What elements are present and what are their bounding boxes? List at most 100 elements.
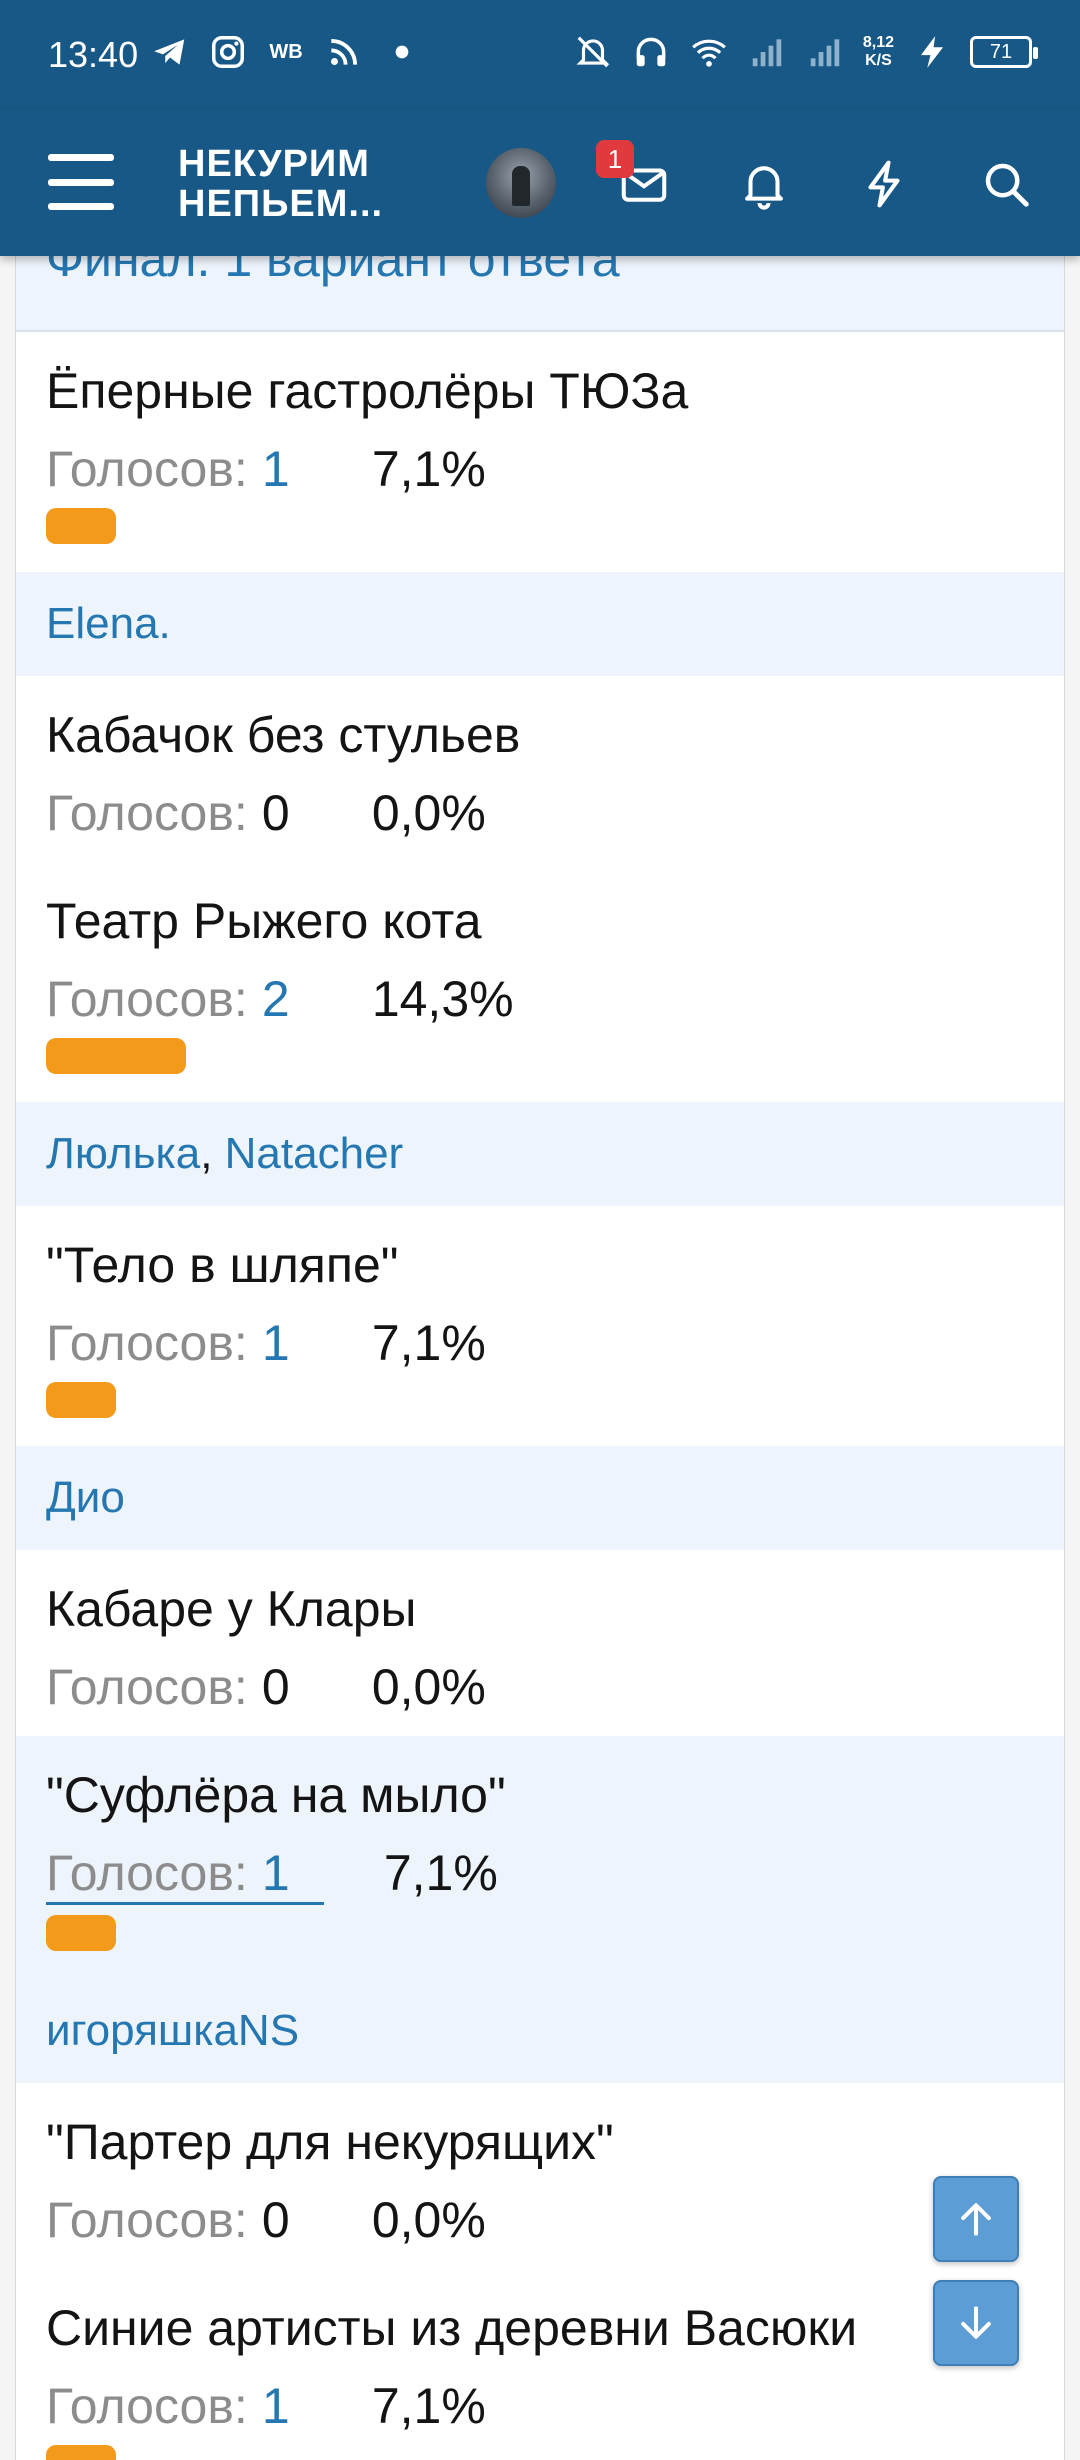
poll-option-stats: Голосов: 1 7,1% [46, 440, 1034, 498]
votes-count[interactable]: 1 [262, 440, 312, 498]
arrow-down-icon[interactable] [933, 2280, 1019, 2366]
votes-link: Голосов: 0 [46, 784, 312, 842]
vote-percent: 0,0% [371, 2192, 486, 2248]
poll-option-stats: Голосов: 0 0,0% [46, 2191, 1034, 2249]
logo-line-1: НЕКУРИМ [178, 143, 370, 185]
signal-icon-2 [805, 28, 845, 76]
vote-percent: 7,1% [371, 2378, 486, 2434]
votes-label: Голосов: [46, 1315, 248, 1371]
vote-bar-track [46, 1372, 1034, 1426]
poll-option: "Партер для некурящих" Голосов: 0 0,0% [16, 2083, 1064, 2269]
poll-option: Кабачок без стульев Голосов: 0 0,0% [16, 676, 1064, 862]
status-bar: 13:40 WB 8,12 K/S 71 [0, 0, 1080, 110]
bell-icon[interactable] [734, 154, 794, 214]
poll-heading: Финал. 1 вариант ответа [16, 256, 1064, 332]
voter-link[interactable]: Elena. [46, 599, 171, 648]
telegram-icon [150, 28, 190, 76]
net-speed-unit: K/S [865, 52, 892, 69]
vote-percent: 7,1% [371, 441, 486, 497]
votes-link[interactable]: Голосов: 1 [46, 2377, 312, 2435]
poll-option-stats: Голосов: 1 7,1% [46, 1844, 1034, 1905]
vote-percent: 7,1% [383, 1845, 498, 1901]
poll-option-stats: Голосов: 1 7,1% [46, 1314, 1034, 1372]
poll-option-title: "Партер для некурящих" [46, 2114, 614, 2170]
voters-list: Люлька, Natacher [16, 1102, 1064, 1206]
poll-option: "Тело в шляпе" Голосов: 1 7,1% [16, 1206, 1064, 1446]
votes-count[interactable]: 1 [262, 1844, 312, 1902]
votes-count[interactable]: 2 [262, 970, 312, 1028]
votes-label: Голосов: [46, 971, 248, 1027]
poll-option: Синие артисты из деревни Васюки Голосов: 1… [16, 2269, 1064, 2460]
hamburger-icon[interactable] [48, 154, 114, 210]
votes-label: Голосов: [46, 2378, 248, 2434]
poll-option: Ёперные гастролёры ТЮЗа Голосов: 1 7,1% [16, 332, 1064, 572]
votes-link[interactable]: Голосов: 2 [46, 970, 312, 1028]
poll-option-title: Синие артисты из деревни Васюки [46, 2300, 858, 2356]
votes-link[interactable]: Голосов: 1 [46, 1314, 312, 1372]
voters-list: Elena. [16, 572, 1064, 676]
search-icon[interactable] [976, 154, 1036, 214]
charging-icon [912, 28, 952, 76]
logo-line-2: НЕПЬЕМ... [178, 183, 384, 225]
votes-label: Голосов: [46, 2192, 248, 2248]
poll-option-stats: Голосов: 0 0,0% [46, 784, 1034, 842]
status-time: 13:40 [48, 34, 139, 75]
votes-label: Голосов: [46, 1659, 248, 1715]
net-speed-value: 8,12 [862, 34, 894, 51]
instagram-icon [208, 28, 248, 76]
vote-percent: 7,1% [371, 1315, 486, 1371]
vote-bar [46, 1038, 186, 1074]
vote-bar [46, 508, 116, 544]
poll-option-title: Кабачок без стульев [46, 707, 521, 763]
battery-icon: 71 [970, 36, 1038, 68]
vote-percent: 14,3% [371, 971, 514, 1027]
votes-link[interactable]: Голосов: 1 [46, 1844, 324, 1905]
poll-option: Кабаре у Клары Голосов: 0 0,0% [16, 1550, 1064, 1736]
arrow-up-icon[interactable] [933, 2176, 1019, 2262]
poll-option-stats: Голосов: 1 7,1% [46, 2377, 1034, 2435]
vote-bar [46, 2445, 116, 2460]
lightning-icon[interactable] [854, 154, 914, 214]
poll-option: "Суфлёра на мыло" Голосов: 1 7,1% [16, 1736, 1064, 1979]
voters-list: игоряшкаNS [16, 1979, 1064, 2083]
voter-link[interactable]: Люлька [46, 1129, 200, 1178]
votes-count[interactable]: 1 [262, 2377, 312, 2435]
avatar[interactable] [486, 148, 556, 218]
voter-link[interactable]: игоряшкаNS [46, 2006, 299, 2055]
voter-link[interactable]: Дио [46, 1473, 125, 1522]
vote-bar-track [46, 498, 1034, 552]
vote-bar [46, 1915, 116, 1951]
headphones-icon [631, 28, 671, 76]
voters-list: Дио [16, 1446, 1064, 1550]
voter-link[interactable]: Natacher [225, 1129, 404, 1178]
poll-option-title: Театр Рыжего кота [46, 893, 482, 949]
poll-option-title: "Тело в шляпе" [46, 1237, 399, 1293]
vote-bar [46, 1382, 116, 1418]
poll-option-title: Ёперные гастролёры ТЮЗа [46, 363, 689, 419]
mail-badge: 1 [596, 140, 634, 178]
site-logo[interactable]: НЕКУРИМ НЕПЬЕМ... [178, 144, 383, 224]
votes-count[interactable]: 1 [262, 1314, 312, 1372]
poll-options: Ёперные гастролёры ТЮЗа Голосов: 1 7,1% Elen… [16, 332, 1064, 2460]
votes-link[interactable]: Голосов: 1 [46, 440, 312, 498]
wifi-icon [689, 28, 729, 76]
bell-muted-icon [573, 28, 613, 76]
votes-count: 0 [261, 785, 290, 841]
status-system-icons: 8,12 K/S 71 [573, 28, 1038, 76]
poll-option-title: "Суфлёра на мыло" [46, 1767, 506, 1823]
vote-bar-track [46, 1905, 1034, 1959]
vote-bar-track [46, 1028, 1034, 1082]
rss-icon [324, 28, 364, 76]
app-header: НЕКУРИМ НЕПЬЕМ... 1 [0, 110, 1080, 256]
poll-results: Финал. 1 вариант ответа Ёперные гастролё… [15, 256, 1065, 2460]
votes-label: Голосов: [46, 1845, 248, 1901]
poll-heading-text: Финал. 1 вариант ответа [46, 256, 620, 287]
signal-icon-1 [747, 28, 787, 76]
wb-icon: WB [269, 40, 303, 63]
poll-option-stats: Голосов: 0 0,0% [46, 1658, 1034, 1716]
poll-option-title: Кабаре у Клары [46, 1581, 417, 1637]
votes-label: Голосов: [46, 441, 248, 497]
votes-link: Голосов: 0 [46, 1658, 312, 1716]
dot-icon [382, 28, 422, 76]
poll-option-stats: Голосов: 2 14,3% [46, 970, 1034, 1028]
